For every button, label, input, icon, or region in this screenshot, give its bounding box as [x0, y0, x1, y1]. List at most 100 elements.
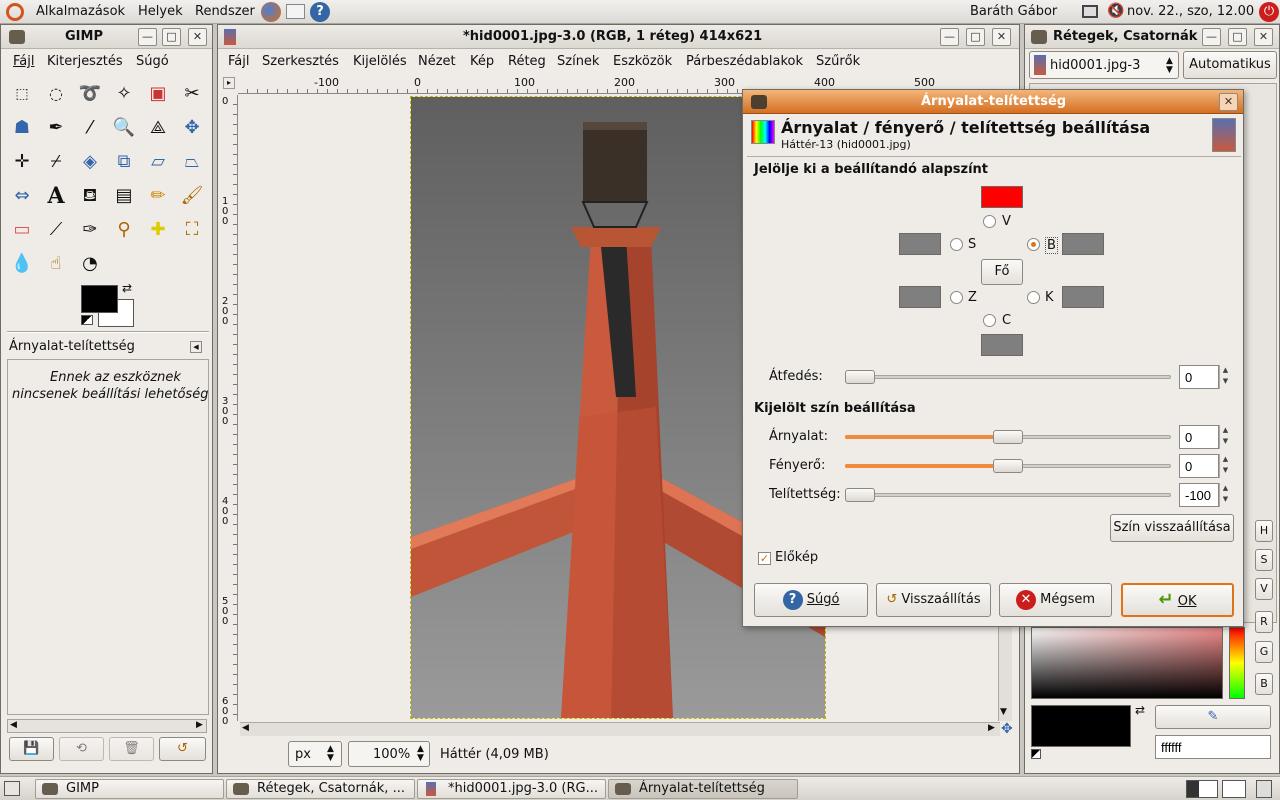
close-button[interactable]: ✕ [1254, 28, 1273, 46]
menu-extensions[interactable]: Kiterjesztés [47, 54, 123, 69]
shear-tool-icon[interactable]: ▱ [145, 149, 171, 175]
scroll-right-icon[interactable]: ▶ [988, 723, 995, 733]
image-titlebar[interactable]: *hid0001.jpg-3.0 (RGB, 1 réteg) 414x621 … [218, 25, 1019, 49]
reset-color-button[interactable]: Szín visszaállítása [1110, 514, 1234, 542]
radio-cyan[interactable] [983, 314, 996, 327]
menu-dialogs[interactable]: Párbeszédablakok [686, 54, 803, 69]
text-tool-icon[interactable]: A [43, 183, 69, 209]
firefox-icon[interactable] [261, 2, 281, 22]
channel-v-button[interactable]: V [1255, 578, 1273, 600]
radio-blue[interactable] [1027, 291, 1040, 304]
channel-s-button[interactable]: S [1255, 549, 1273, 571]
flip-tool-icon[interactable]: ⇔ [9, 183, 35, 209]
magic-wand-tool-icon[interactable]: ✧ [111, 81, 137, 107]
rotate-tool-icon[interactable]: ◈ [77, 149, 103, 175]
hue-strip[interactable] [1229, 627, 1245, 699]
lightness-input[interactable] [1179, 454, 1219, 478]
select-by-color-tool-icon[interactable]: ▣ [145, 81, 171, 107]
task-image[interactable]: *hid0001.jpg-3.0 (RG... [417, 779, 606, 799]
help-button[interactable]: ? Súgó [754, 583, 868, 617]
volume-muted-icon[interactable]: 🔇 [1107, 3, 1124, 19]
lightness-spinner[interactable]: ▲ ▼ [1219, 454, 1231, 478]
workspace-switcher[interactable] [1222, 780, 1246, 798]
foreground-select-tool-icon[interactable]: ☗ [9, 115, 35, 141]
maximize-button[interactable]: □ [162, 28, 181, 46]
minimize-button[interactable]: — [1202, 28, 1221, 46]
overlap-input[interactable] [1179, 365, 1219, 389]
move-tool-icon[interactable]: ✥ [179, 115, 205, 141]
saturation-input[interactable] [1179, 483, 1219, 507]
scissors-tool-icon[interactable]: ✂ [179, 81, 205, 107]
menu-colors[interactable]: Színek [557, 54, 599, 69]
saturation-slider-track[interactable] [845, 493, 1171, 497]
clone-tool-icon[interactable]: ⚲ [111, 217, 137, 243]
mail-icon[interactable] [286, 4, 305, 19]
scale-tool-icon[interactable]: ⧉ [111, 149, 137, 175]
overlap-spinner[interactable]: ▲ ▼ [1219, 365, 1231, 389]
radio-magenta[interactable] [950, 238, 963, 251]
task-hue-saturation[interactable]: Árnyalat-telítettség [608, 779, 798, 799]
blur-tool-icon[interactable]: 💧 [9, 251, 35, 277]
menu-file[interactable]: Fájl [13, 54, 34, 69]
default-colors-icon[interactable] [1031, 749, 1041, 759]
image-select[interactable]: hid0001.jpg-3 ▲ ▼ [1029, 51, 1179, 79]
hex-input[interactable] [1155, 735, 1271, 759]
blend-tool-icon[interactable]: ▤ [111, 183, 137, 209]
ellipse-select-tool-icon[interactable]: ◌ [43, 81, 69, 107]
menu-select[interactable]: Kijelölés [353, 54, 407, 69]
rect-select-tool-icon[interactable]: ⬚ [9, 81, 35, 107]
help-icon[interactable]: ? [310, 2, 330, 22]
unit-select[interactable]: px ▲ ▼ [288, 741, 342, 767]
cancel-button[interactable]: ✕ Mégsem [999, 583, 1112, 617]
toolbox-titlebar[interactable]: GIMP — □ ✕ [1, 25, 212, 49]
menu-filters[interactable]: Szűrők [816, 54, 860, 69]
lightness-slider-thumb[interactable] [993, 459, 1023, 473]
tab-menu-icon[interactable]: ◀ [190, 341, 202, 353]
menu-places[interactable]: Helyek [138, 4, 183, 19]
restore-options-button[interactable]: ⟲ [59, 737, 104, 761]
maximize-button[interactable]: □ [966, 28, 985, 46]
reset-options-button[interactable]: ↺ [159, 737, 206, 761]
overlap-slider-track[interactable] [845, 375, 1171, 379]
close-button[interactable]: ✕ [188, 28, 207, 46]
menu-file[interactable]: Fájl [228, 54, 249, 69]
save-options-button[interactable]: 💾 [9, 737, 54, 761]
trash-icon[interactable] [1256, 780, 1272, 798]
ink-tool-icon[interactable]: ✑ [77, 217, 103, 243]
foreground-color-swatch[interactable] [81, 285, 118, 313]
shutdown-icon[interactable]: ⏻ [1259, 2, 1279, 22]
radio-yellow[interactable] [983, 215, 996, 228]
pencil-tool-icon[interactable]: ✏ [145, 183, 171, 209]
menu-layer[interactable]: Réteg [508, 54, 546, 69]
heal-tool-icon[interactable]: ✚ [145, 217, 171, 243]
scroll-right-icon[interactable]: ▶ [196, 720, 203, 730]
swap-colors-icon[interactable]: ⇄ [122, 281, 132, 295]
scroll-left-icon[interactable]: ◀ [10, 720, 17, 730]
reset-button[interactable]: ↺ Visszaállítás [876, 583, 991, 617]
eyedropper-button[interactable]: ✎ [1155, 705, 1271, 729]
menu-system[interactable]: Rendszer [195, 4, 255, 19]
channel-r-button[interactable]: R [1255, 611, 1273, 633]
perspective-tool-icon[interactable]: ⏢ [179, 149, 205, 175]
smudge-tool-icon[interactable]: ☝ [43, 251, 69, 277]
navigate-icon[interactable]: ✥ [1001, 721, 1013, 737]
menu-help[interactable]: Súgó [136, 54, 169, 69]
lasso-tool-icon[interactable]: ➰ [77, 81, 103, 107]
paintbrush-tool-icon[interactable]: 🖌 [179, 183, 205, 209]
zoom-tool-icon[interactable]: 🔍 [111, 115, 137, 141]
task-layers[interactable]: Rétegek, Csatornák, ... [226, 779, 415, 799]
close-button[interactable]: ✕ [992, 28, 1011, 46]
delete-options-button[interactable]: 🗑 [109, 737, 154, 761]
dodge-burn-tool-icon[interactable]: ◔ [77, 251, 103, 277]
swap-colors-icon[interactable]: ⇄ [1135, 703, 1145, 717]
close-button[interactable]: ✕ [1219, 93, 1238, 111]
radio-red[interactable] [1027, 238, 1040, 251]
scroll-down-icon[interactable]: ▼ [1000, 707, 1007, 717]
hue-spinner[interactable]: ▲ ▼ [1219, 425, 1231, 449]
channel-b-button[interactable]: B [1255, 673, 1273, 695]
quick-mask-corner-icon[interactable]: ▸ [223, 77, 235, 89]
task-gimp[interactable]: GIMP [35, 779, 224, 799]
show-desktop-icon[interactable] [4, 781, 20, 796]
layers-titlebar[interactable]: Rétegek, Csatornák, ... — □ ✕ [1025, 25, 1279, 49]
maximize-button[interactable]: □ [1228, 28, 1247, 46]
